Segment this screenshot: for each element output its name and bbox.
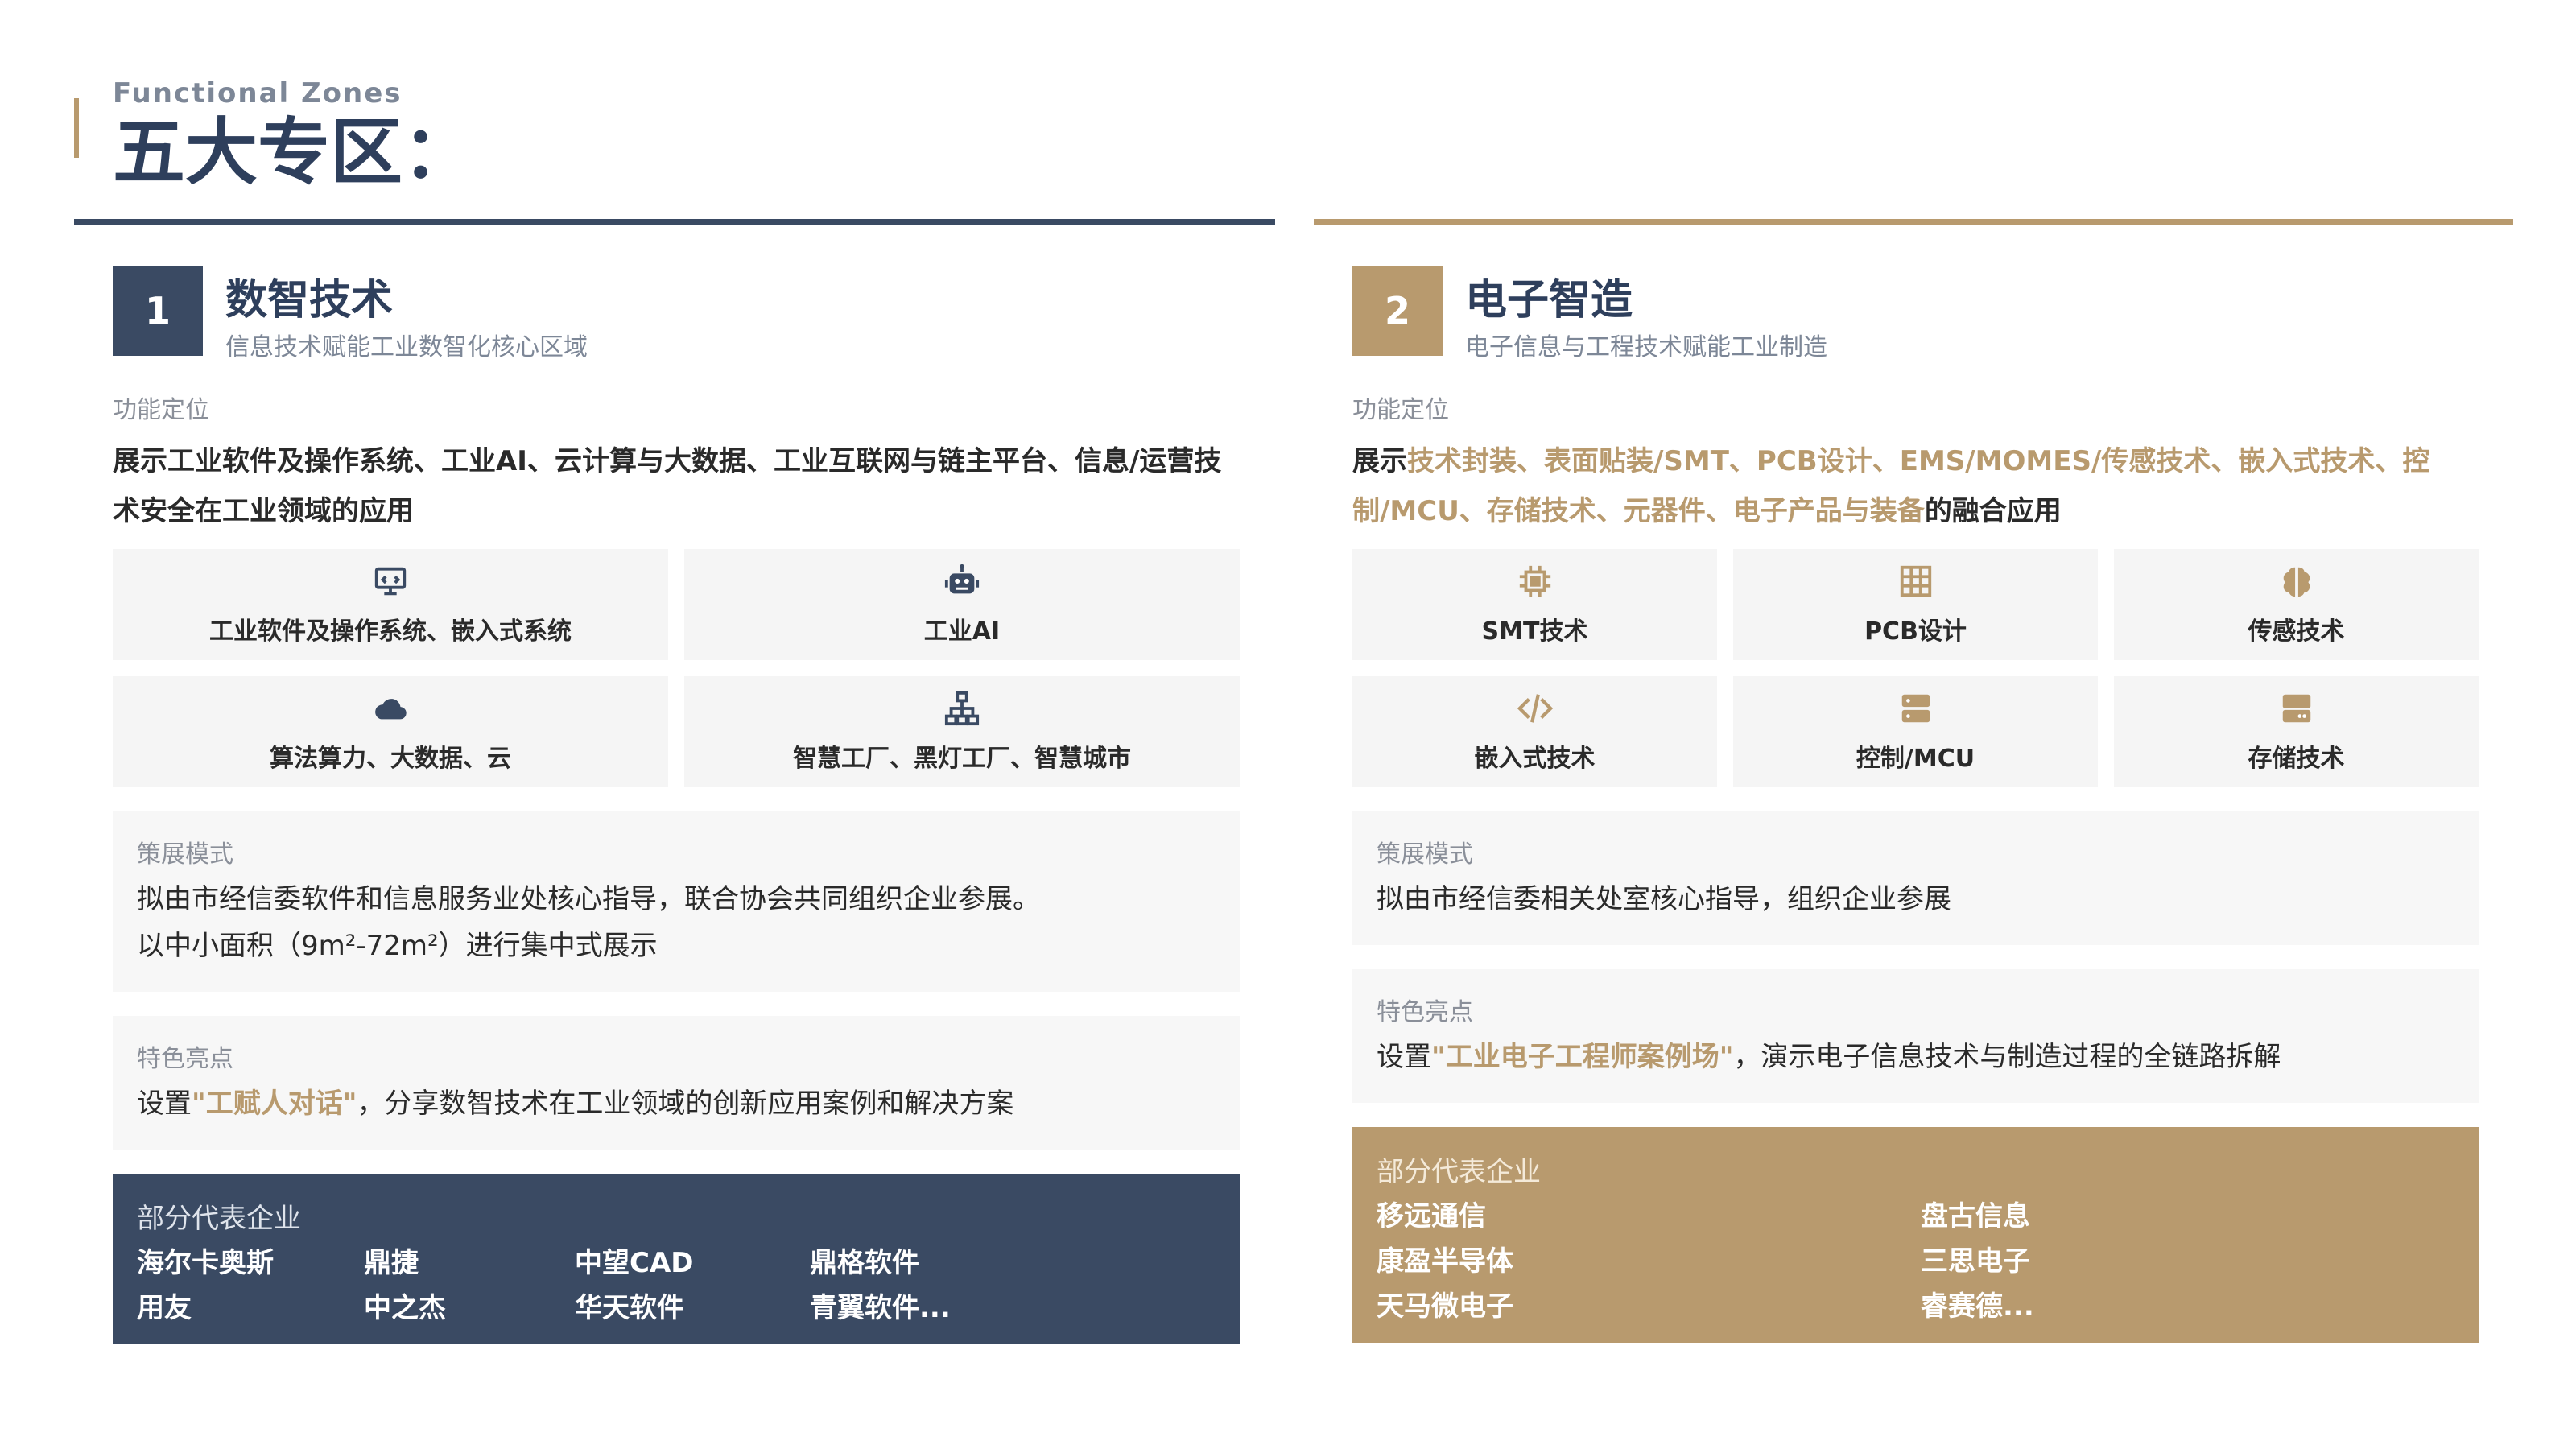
feature-highlight: "工业电子工程师案例场"	[1431, 1041, 1734, 1073]
tile-label: 智慧工厂、黑灯工厂、智慧城市	[793, 745, 1131, 773]
zone1-number: 1	[113, 266, 203, 356]
zone2-tile: 存储技术	[2114, 676, 2479, 787]
tile-label: 传感技术	[2248, 617, 2345, 646]
zone2-feature-text: 设置"工业电子工程师案例场"，演示电子信息技术与制造过程的全链路拆解	[1377, 1034, 2455, 1080]
zone1-tile-grid: 工业软件及操作系统、嵌入式系统 工业AI 算法算力、大数据、云 智慧工厂、黑灯工…	[113, 549, 1240, 787]
enterprise-name: 鼎捷	[364, 1247, 419, 1279]
zone2-enterprise-label: 部分代表企业	[1377, 1156, 1541, 1188]
zone1-func-text: 展示工业软件及操作系统、工业AI、云计算与大数据、工业互联网与链主平台、信息/运…	[113, 445, 1222, 527]
enterprise-name: 华天软件	[575, 1292, 684, 1324]
enterprise-name: 鼎格软件	[810, 1247, 919, 1279]
zone1-mode-text: 拟由市经信委软件和信息服务业处核心指导，联合协会共同组织企业参展。 以中小面积（…	[137, 876, 1216, 969]
zone2-tile: SMT技术	[1352, 549, 1717, 660]
grid-board-icon	[1900, 565, 1931, 597]
zone2-func-text: 展示技术封装、表面贴装/SMT、PCB设计、EMS/MOMES/传感技术、嵌入式…	[1352, 436, 2479, 536]
enterprise-name: 天马微电子	[1377, 1290, 1513, 1323]
network-icon	[944, 691, 980, 726]
tile-label: 存储技术	[2248, 745, 2345, 773]
zone1-tile: 智慧工厂、黑灯工厂、智慧城市	[684, 676, 1240, 787]
zone1-mode-card: 策展模式 拟由市经信委软件和信息服务业处核心指导，联合协会共同组织企业参展。 以…	[113, 811, 1240, 992]
server-icon	[1901, 694, 1930, 723]
enterprise-name: 海尔卡奥斯	[137, 1247, 274, 1279]
zone1-title: 数智技术	[225, 276, 394, 324]
zone1-desc: 信息技术赋能工业数智化核心区域	[225, 333, 588, 361]
zone1-tile: 算法算力、大数据、云	[113, 676, 668, 787]
page-subtitle: Functional Zones	[113, 77, 402, 109]
zone1-tile: 工业软件及操作系统、嵌入式系统	[113, 549, 668, 660]
zone2-enterprise-panel: 部分代表企业 移远通信 盘古信息 康盈半导体 三思电子 天马微电子 睿赛德...	[1352, 1127, 2479, 1343]
chip-icon	[1519, 565, 1550, 597]
feature-suffix: ，分享数智技术在工业领域的创新应用案例和解决方案	[357, 1088, 1014, 1120]
zone2-mode-card: 策展模式 拟由市经信委相关处室核心指导，组织企业参展	[1352, 811, 2479, 945]
zone2-header: 2 电子智造 电子信息与工程技术赋能工业制造	[1352, 266, 2479, 361]
zone2-title: 电子智造	[1465, 276, 1633, 324]
zone2-mode-text: 拟由市经信委相关处室核心指导，组织企业参展	[1377, 883, 1951, 915]
zone2-divider	[1314, 219, 2513, 225]
zone2-desc: 电子信息与工程技术赋能工业制造	[1465, 333, 1827, 361]
zone2-enterprise-list: 移远通信 盘古信息 康盈半导体 三思电子 天马微电子 睿赛德...	[1377, 1194, 2455, 1329]
tile-label: SMT技术	[1481, 617, 1588, 646]
func-highlight: 技术封装、表面贴装/SMT、PCB设计、EMS/MOMES/传感技术、嵌入式技术…	[1352, 445, 2430, 527]
tile-label: 嵌入式技术	[1474, 745, 1596, 773]
enterprise-name: 移远通信	[1377, 1200, 1486, 1232]
feature-prefix: 设置	[137, 1088, 192, 1120]
zone2-number: 2	[1352, 266, 1443, 356]
zone1-feature-text: 设置"工赋人对话"，分享数智技术在工业领域的创新应用案例和解决方案	[137, 1080, 1216, 1127]
tile-label: 工业软件及操作系统、嵌入式系统	[209, 617, 572, 646]
zone1-header: 1 数智技术 信息技术赋能工业数智化核心区域	[113, 266, 1240, 361]
zone2-tile: 传感技术	[2114, 549, 2479, 660]
zone1-mode-line2: 以中小面积（9m²-72m²）进行集中式展示	[137, 930, 658, 962]
zone2-mode-label: 策展模式	[1377, 840, 1473, 869]
header-accent-bar	[74, 98, 79, 158]
zone1-divider	[74, 219, 1275, 225]
tile-label: PCB设计	[1864, 617, 1967, 646]
zone1-enterprise-label: 部分代表企业	[137, 1203, 301, 1235]
enterprise-name: 康盈半导体	[1377, 1245, 1513, 1278]
enterprise-name: 中望CAD	[575, 1247, 694, 1279]
tile-label: 算法算力、大数据、云	[270, 745, 511, 773]
code-icon	[1517, 694, 1553, 723]
zone1-column: 1 数智技术 信息技术赋能工业数智化核心区域 功能定位 展示工业软件及操作系统、…	[113, 266, 1240, 1344]
zone2-column: 2 电子智造 电子信息与工程技术赋能工业制造 功能定位 展示技术封装、表面贴装/…	[1352, 266, 2479, 1343]
page-title: 五大专区：	[113, 110, 475, 195]
zone1-mode-label: 策展模式	[137, 840, 233, 869]
feature-highlight: "工赋人对话"	[192, 1088, 357, 1120]
func-prefix: 展示	[1352, 445, 1407, 477]
zone1-feature-card: 特色亮点 设置"工赋人对话"，分享数智技术在工业领域的创新应用案例和解决方案	[113, 1016, 1240, 1150]
tile-label: 工业AI	[923, 617, 1001, 646]
feature-prefix: 设置	[1377, 1041, 1431, 1073]
zone1-func-label: 功能定位	[113, 396, 209, 424]
storage-icon	[2282, 694, 2310, 723]
zone2-tile: PCB设计	[1733, 549, 2098, 660]
zone2-tile: 控制/MCU	[1733, 676, 2098, 787]
enterprise-name: 中之杰	[364, 1292, 446, 1324]
zone2-tile: 嵌入式技术	[1352, 676, 1717, 787]
zone1-enterprise-list: 海尔卡奥斯 鼎捷 中望CAD 鼎格软件 用友 中之杰 华天软件 青翼软件...	[137, 1241, 1216, 1331]
zone1-mode-line1: 拟由市经信委软件和信息服务业处核心指导，联合协会共同组织企业参展。	[137, 883, 1040, 915]
enterprise-name: 用友	[137, 1292, 192, 1324]
zone1-tile: 工业AI	[684, 549, 1240, 660]
zone1-enterprise-panel: 部分代表企业 海尔卡奥斯 鼎捷 中望CAD 鼎格软件 用友 中之杰 华天软件 青…	[113, 1174, 1240, 1344]
feature-suffix: ，演示电子信息技术与制造过程的全链路拆解	[1733, 1041, 2281, 1073]
enterprise-name: 三思电子	[1921, 1245, 2030, 1278]
brain-icon	[2283, 567, 2310, 597]
func-suffix: 的融合应用	[1924, 495, 2062, 527]
monitor-code-icon	[374, 567, 407, 596]
zone2-feature-label: 特色亮点	[1377, 998, 1473, 1026]
enterprise-name: 青翼软件...	[810, 1292, 951, 1324]
zone2-func-label: 功能定位	[1352, 396, 1449, 424]
zone2-feature-card: 特色亮点 设置"工业电子工程师案例场"，演示电子信息技术与制造过程的全链路拆解	[1352, 969, 2479, 1103]
tile-label: 控制/MCU	[1856, 745, 1975, 773]
zone1-feature-label: 特色亮点	[137, 1045, 233, 1073]
enterprise-name: 盘古信息	[1921, 1200, 2030, 1232]
zone2-tile-grid: SMT技术 PCB设计 传感技术 嵌入式技术 控制/MCU 存储技术	[1352, 549, 2479, 787]
robot-icon	[944, 564, 980, 594]
cloud-icon	[375, 699, 407, 720]
enterprise-name: 睿赛德...	[1921, 1290, 2034, 1323]
